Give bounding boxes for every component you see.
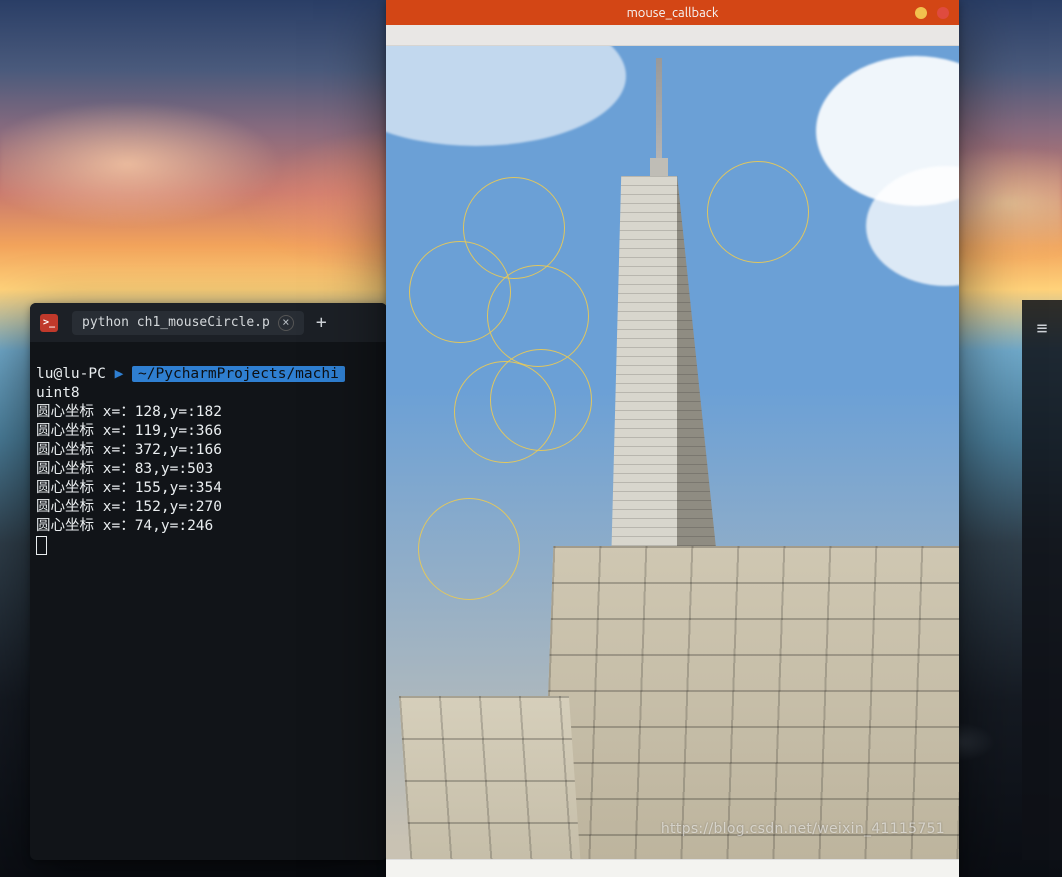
terminal-line: uint8 [36, 385, 80, 401]
minimize-icon[interactable] [915, 7, 927, 19]
close-icon[interactable]: × [278, 315, 294, 331]
new-tab-button[interactable]: + [316, 312, 327, 333]
close-window-icon[interactable] [937, 7, 949, 19]
terminal-cursor [36, 536, 47, 555]
drawn-circle [707, 161, 809, 263]
terminal-tab[interactable]: python ch1_mouseCircle.p × [72, 311, 304, 335]
terminal-icon: >_ [40, 314, 58, 332]
building-tower [610, 176, 722, 606]
terminal-line: 圆心坐标 x=：128,y=:182 [36, 404, 222, 420]
terminal-line: 圆心坐标 x=：372,y=:166 [36, 442, 222, 458]
prompt-user: lu@lu-PC [36, 366, 106, 382]
terminal-titlebar[interactable]: >_ python ch1_mouseCircle.p × + [30, 303, 387, 342]
building-left [399, 696, 587, 859]
hamburger-icon[interactable]: ≡ [1022, 318, 1062, 339]
drawn-circle [409, 241, 511, 343]
side-panel: ≡ [1022, 300, 1062, 860]
terminal-tab-label: python ch1_mouseCircle.p [82, 315, 270, 330]
terminal-window: >_ python ch1_mouseCircle.p × + lu@lu-PC… [30, 303, 387, 860]
image-window: mouse_callback https://blog.csdn.net/wei… [386, 0, 959, 877]
image-window-toolbar [386, 25, 959, 46]
prompt-path: ~/PycharmProjects/machi [132, 366, 345, 382]
image-canvas[interactable]: https://blog.csdn.net/weixin_41115751 [386, 46, 959, 859]
image-window-title: mouse_callback [627, 6, 719, 20]
image-window-titlebar[interactable]: mouse_callback [386, 0, 959, 25]
terminal-line: 圆心坐标 x=：83,y=:503 [36, 461, 213, 477]
terminal-line: 圆心坐标 x=：155,y=:354 [36, 480, 222, 496]
image-status-bar: (x=2, y=316) ~ R:113 G:162 B:218 [386, 859, 959, 877]
terminal-line: 圆心坐标 x=：74,y=:246 [36, 518, 213, 534]
drawn-circle [418, 498, 520, 600]
building-base [539, 546, 959, 859]
cloud [386, 46, 626, 146]
terminal-line: 圆心坐标 x=：152,y=:270 [36, 499, 222, 515]
terminal-line: 圆心坐标 x=：119,y=:366 [36, 423, 222, 439]
terminal-body[interactable]: lu@lu-PC ▶ ~/PycharmProjects/machi uint8… [30, 342, 387, 860]
building-spire [656, 58, 662, 188]
